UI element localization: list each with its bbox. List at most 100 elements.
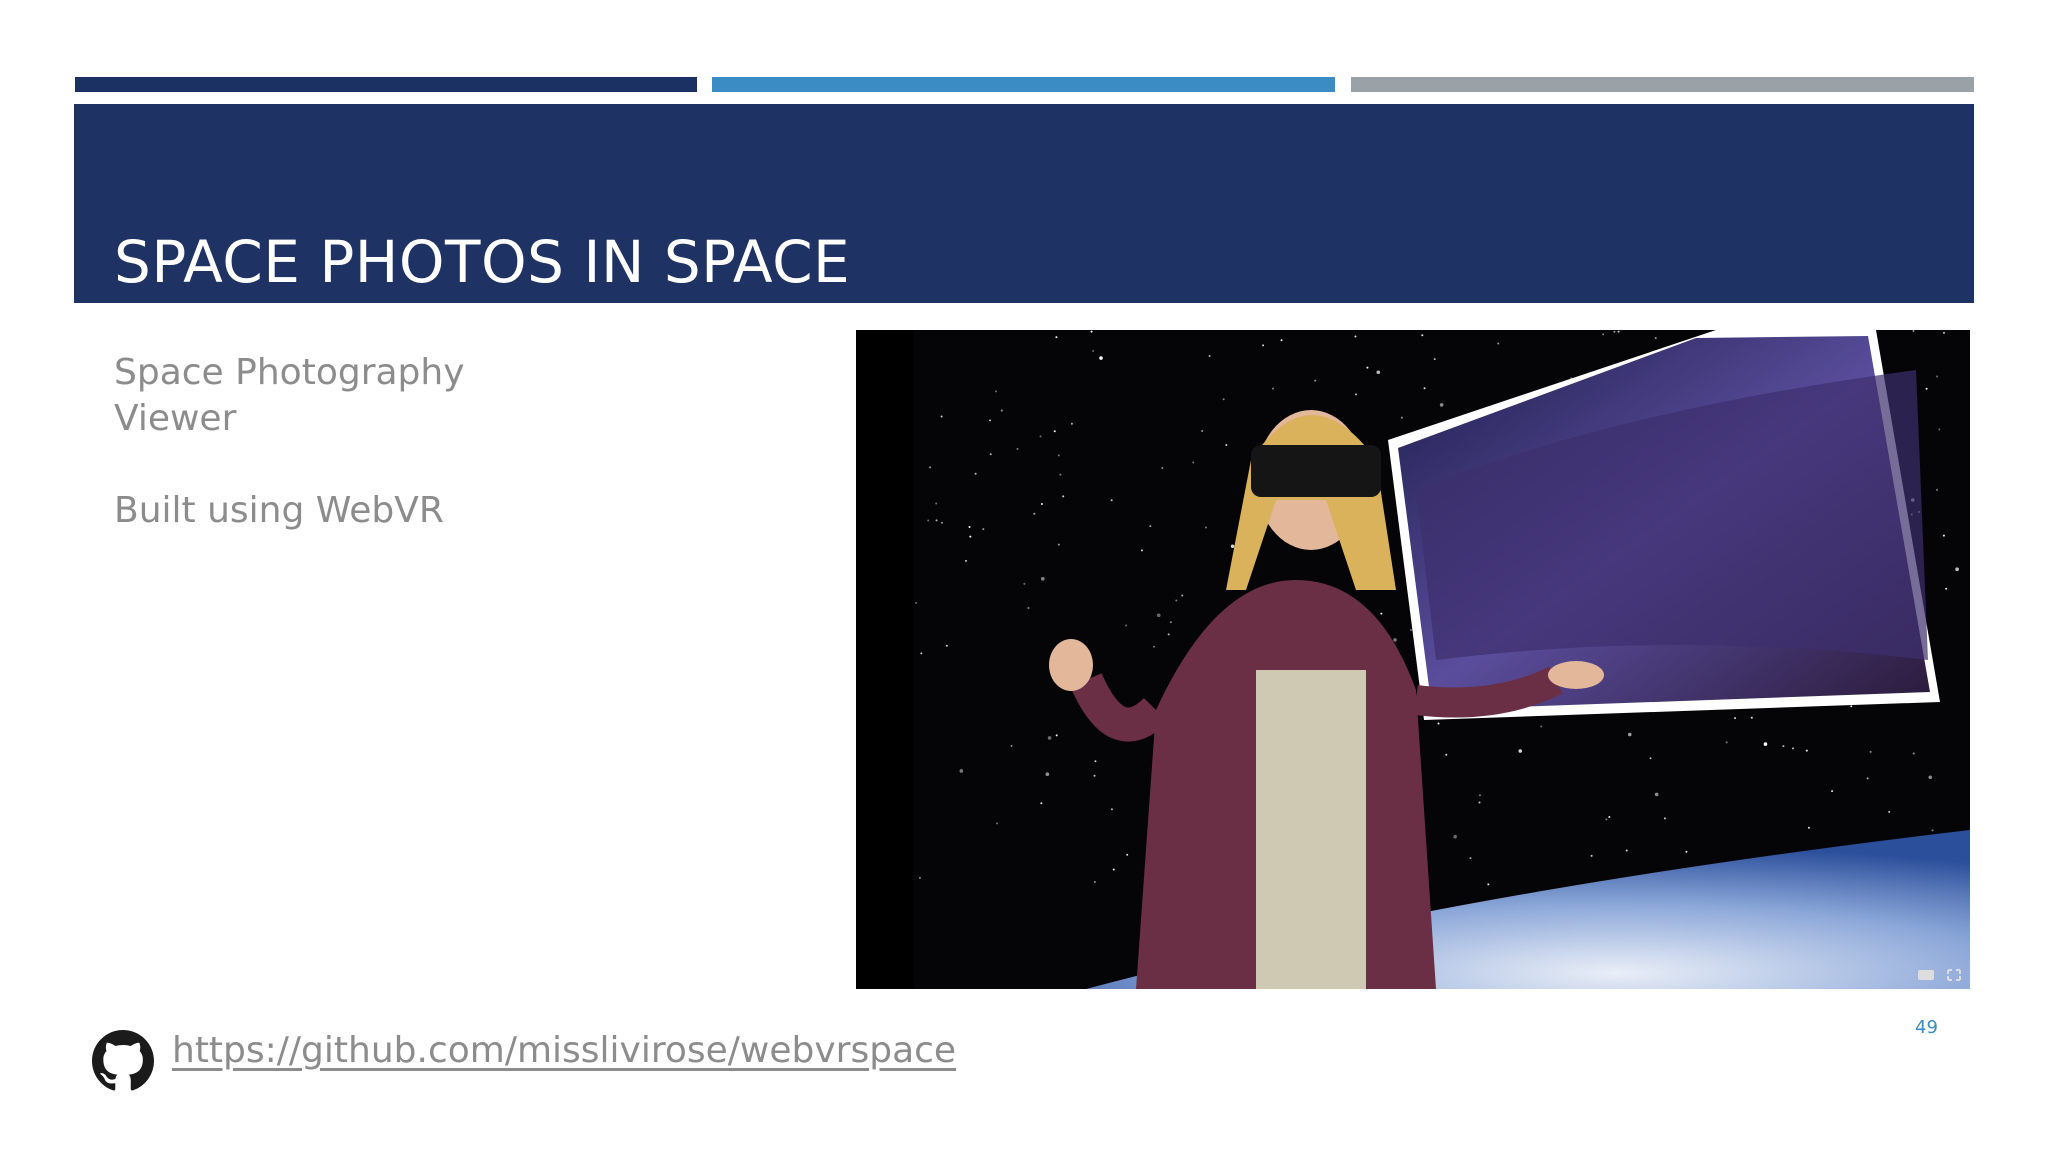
star [1355, 393, 1358, 396]
star [1685, 850, 1688, 853]
star [1931, 829, 1934, 832]
star [1314, 379, 1317, 382]
video-scene [856, 330, 1970, 989]
star [969, 535, 972, 538]
star [1000, 409, 1003, 412]
star [965, 559, 968, 562]
star [1192, 461, 1195, 464]
star [1866, 777, 1869, 780]
cardboard-vr-icon [1918, 970, 1934, 980]
accent-bar-blue [712, 77, 1335, 92]
webvr-demo-video[interactable] [856, 330, 1970, 989]
star [1099, 356, 1103, 360]
star [982, 528, 985, 531]
star [1062, 495, 1065, 498]
star [1734, 717, 1737, 720]
star [1280, 339, 1283, 342]
star [1439, 403, 1444, 407]
star [1366, 366, 1369, 369]
star [1497, 342, 1500, 345]
star [989, 419, 992, 422]
star [1175, 599, 1178, 602]
star [1445, 753, 1448, 756]
star [927, 519, 930, 522]
star [1935, 488, 1938, 491]
star [1602, 333, 1605, 336]
star [1059, 473, 1062, 476]
star [1047, 736, 1052, 740]
github-icon [92, 1030, 154, 1091]
star [1613, 330, 1616, 333]
star [1112, 868, 1115, 871]
star [996, 822, 999, 825]
star [1125, 624, 1128, 627]
star [1869, 750, 1872, 753]
star [1016, 447, 1019, 450]
star [1093, 774, 1096, 777]
star [1437, 722, 1440, 725]
accent-bar-gray [1351, 77, 1974, 92]
body-line-viewer: Viewer [114, 398, 237, 439]
star [1805, 749, 1808, 752]
star [968, 526, 971, 529]
star [1057, 543, 1060, 546]
star [974, 472, 977, 475]
star [1040, 802, 1043, 805]
star [1092, 349, 1095, 352]
star [1850, 705, 1853, 708]
star [1409, 628, 1412, 631]
star [1230, 544, 1235, 549]
star [1055, 734, 1058, 737]
star [1782, 745, 1785, 748]
star [940, 415, 943, 418]
star [1423, 387, 1426, 390]
star [1380, 612, 1383, 615]
star [1041, 576, 1045, 581]
star [1831, 790, 1834, 793]
star [1181, 594, 1184, 597]
star [1354, 335, 1357, 338]
star [940, 521, 943, 524]
star [1149, 525, 1152, 528]
star [1936, 375, 1939, 378]
star [1888, 810, 1891, 813]
accent-bar-dark [75, 77, 697, 92]
star [1625, 849, 1628, 852]
star [1045, 772, 1050, 776]
star [1725, 741, 1728, 744]
star [1039, 435, 1042, 438]
star [1540, 725, 1543, 728]
star [1469, 857, 1472, 860]
star [1478, 801, 1481, 804]
github-repo-link[interactable]: https://github.com/misslivirose/webvrspa… [172, 1030, 956, 1071]
star [920, 652, 923, 655]
star [1225, 444, 1228, 447]
star [1169, 621, 1172, 624]
star [1590, 854, 1593, 857]
star [1928, 775, 1933, 780]
star [1627, 732, 1632, 737]
star [1608, 815, 1611, 818]
star [1393, 638, 1397, 642]
star [989, 453, 992, 456]
star [959, 769, 964, 773]
star [929, 466, 932, 469]
star [1433, 358, 1436, 361]
star [1201, 430, 1204, 433]
star [1605, 818, 1608, 821]
star [1222, 398, 1225, 401]
page-number: 49 [1915, 1017, 1938, 1038]
body-line-built-using: Built using WebVR [114, 490, 444, 531]
star [1807, 826, 1810, 829]
star [1057, 454, 1060, 457]
star [1453, 834, 1457, 839]
star [1925, 387, 1928, 390]
star [1955, 567, 1959, 571]
star [1153, 645, 1156, 648]
star [1487, 883, 1490, 886]
star [1271, 387, 1274, 390]
star [1791, 747, 1794, 750]
star [1942, 331, 1945, 334]
star [1518, 749, 1523, 753]
star [1750, 716, 1753, 719]
